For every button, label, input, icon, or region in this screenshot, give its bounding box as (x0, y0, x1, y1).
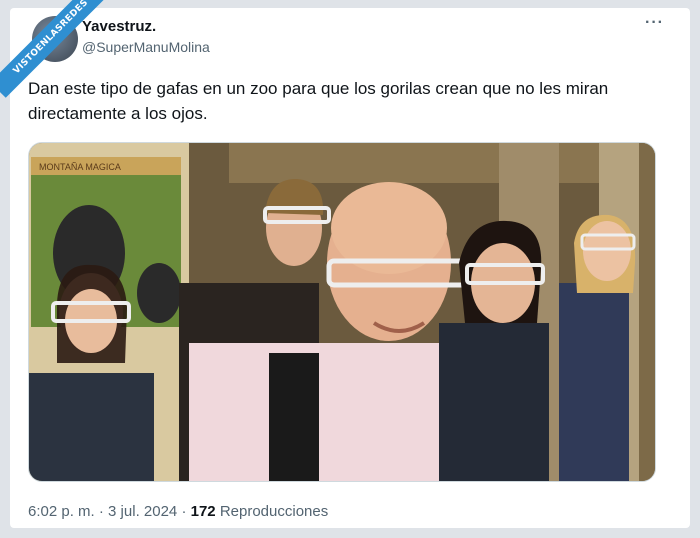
photo-sign: MONTAÑA MAGICA (39, 162, 121, 172)
tweet-meta: 6:02 p. m. · 3 jul. 2024 · 172 Reproducc… (28, 503, 328, 520)
views-count: 172 (190, 503, 216, 520)
more-options-icon[interactable]: ··· (645, 14, 664, 32)
meta-separator: · (98, 503, 104, 520)
user-handle[interactable]: @SuperManuMolina (82, 39, 210, 55)
tweet-photo[interactable]: MONTAÑA MAGICA (28, 142, 656, 482)
tweet-date[interactable]: 3 jul. 2024 (108, 503, 177, 520)
tweet-card: VISTOENLASREDES Yavestruz. @SuperManuMol… (0, 0, 690, 528)
meta-separator: · (181, 503, 187, 520)
tweet-text: Dan este tipo de gafas en un zoo para qu… (28, 79, 609, 123)
photo-illustration: MONTAÑA MAGICA (29, 143, 655, 481)
tweet-time[interactable]: 6:02 p. m. (28, 503, 95, 520)
views-label: Reproducciones (219, 503, 329, 520)
display-name[interactable]: Yavestruz. (82, 18, 156, 35)
